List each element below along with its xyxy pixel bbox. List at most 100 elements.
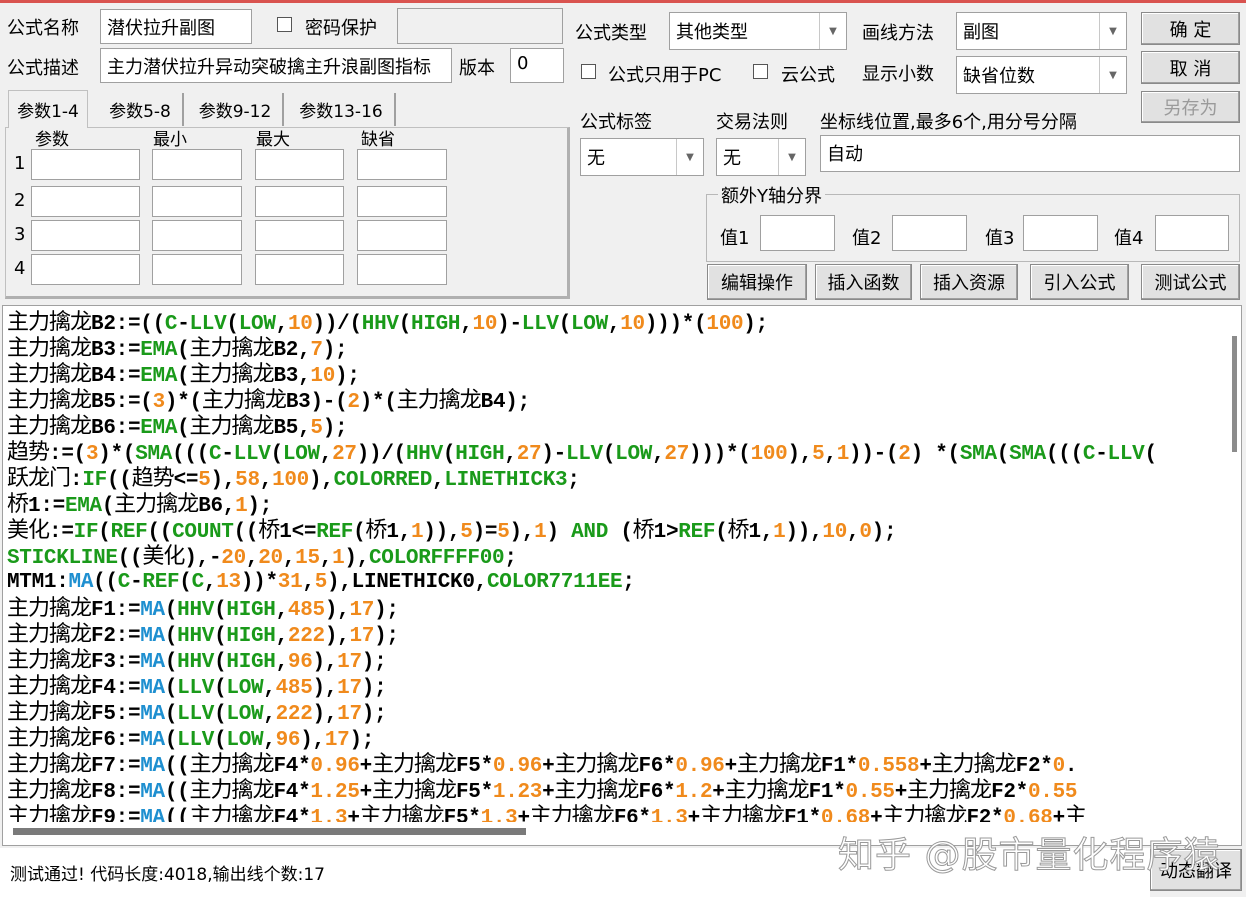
param-1-min-input[interactable] <box>152 149 242 180</box>
code-line: 主力擒龙B4:=EMA(主力擒龙B3,10); <box>7 362 360 388</box>
code-line: 主力擒龙F4:=MA(LLV(LOW,485),17); <box>7 674 387 700</box>
code-line: 主力擒龙B2:=((C-LLV(LOW,10))/(HHV(HIGH,10)-L… <box>7 310 768 336</box>
yaxis-group-title: 额外Y轴分界 <box>718 182 825 208</box>
code-line: 主力擒龙F8:=MA((主力擒龙F4*1.25+主力擒龙F5*1.23+主力擒龙… <box>7 778 1078 804</box>
param-3-max-input[interactable] <box>255 220 344 251</box>
param-4-max-input[interactable] <box>255 254 344 285</box>
y-value-4-input[interactable] <box>1155 215 1229 251</box>
param-4-name-input[interactable] <box>31 254 140 285</box>
code-line: 主力擒龙F2:=MA(HHV(HIGH,222),17); <box>7 622 399 648</box>
decimal-value: 缺省位数 <box>963 66 1035 87</box>
code-line: 主力擒龙F1:=MA(HHV(HIGH,485),17); <box>7 596 399 622</box>
password-input[interactable] <box>397 8 563 44</box>
code-line: 主力擒龙B5:=(3)*(主力擒龙B3)-(2)*(主力擒龙B4); <box>7 388 530 414</box>
y-value-2-label: 值2 <box>852 228 882 249</box>
code-line: 主力擒龙F5:=MA(LLV(LOW,222),17); <box>7 700 387 726</box>
param-3-name-input[interactable] <box>31 220 140 251</box>
vertical-scroll-thumb[interactable] <box>1232 336 1237 452</box>
type-select[interactable]: 其他类型 ▼ <box>669 12 847 50</box>
window-top-border <box>0 0 1246 3</box>
type-value: 其他类型 <box>676 22 748 43</box>
edit-ops-button[interactable]: 编辑操作 <box>707 264 807 300</box>
param-row-number: 4 <box>14 258 26 279</box>
chevron-down-icon[interactable]: ▼ <box>778 139 805 175</box>
param-row-number: 1 <box>14 153 26 174</box>
test-formula-button[interactable]: 测试公式 <box>1141 264 1240 300</box>
tab-params-5-8[interactable]: 参数5-8 <box>98 93 184 126</box>
cancel-button[interactable]: 取 消 <box>1141 51 1240 84</box>
y-value-1-input[interactable] <box>760 215 835 251</box>
code-content[interactable]: 主力擒龙B2:=((C-LLV(LOW,10))/(HHV(HIGH,10)-L… <box>7 310 1157 830</box>
chevron-down-icon[interactable]: ▼ <box>1099 13 1126 49</box>
status-text: 测试通过! 代码长度:4018,输出线个数:17 <box>10 865 325 885</box>
code-line: 主力擒龙F6:=MA(LLV(LOW,96),17); <box>7 726 375 752</box>
decimal-select[interactable]: 缺省位数 ▼ <box>956 56 1127 94</box>
code-line: 趋势:=(3)*(SMA(((C-LLV(LOW,27))/(HHV(HIGH,… <box>7 440 1157 466</box>
tab-params-1-4[interactable]: 参数1-4 <box>8 90 88 128</box>
desc-label: 公式描述 <box>7 58 79 79</box>
password-label: 密码保护 <box>305 18 377 39</box>
pc-only-checkbox[interactable] <box>581 64 596 79</box>
param-4-default-input[interactable] <box>357 254 447 285</box>
param-2-name-input[interactable] <box>31 186 140 217</box>
param-header-min: 最小 <box>153 130 187 150</box>
code-editor[interactable]: 主力擒龙B2:=((C-LLV(LOW,10))/(HHV(HIGH,10)-L… <box>2 305 1242 846</box>
desc-input[interactable]: 主力潜伏拉升异动突破擒主升浪副图指标 <box>100 48 452 83</box>
tab-params-13-16[interactable]: 参数13-16 <box>288 93 396 126</box>
horizontal-scroll-thumb[interactable] <box>13 828 526 835</box>
param-1-name-input[interactable] <box>31 149 140 180</box>
code-line: 主力擒龙F3:=MA(HHV(HIGH,96),17); <box>7 648 387 674</box>
draw-label: 画线方法 <box>862 23 934 44</box>
rule-select[interactable]: 无 ▼ <box>716 138 806 176</box>
code-line: STICKLINE((美化),-20,20,15,1),COLORFFFF00; <box>7 544 517 570</box>
code-line: 美化:=IF(REF((COUNT((桥1<=REF(桥1,1)),5)=5),… <box>7 518 897 544</box>
param-2-max-input[interactable] <box>255 186 344 217</box>
save-as-button[interactable]: 另存为 <box>1141 91 1240 123</box>
insert-function-button[interactable]: 插入函数 <box>815 264 912 300</box>
draw-value: 副图 <box>963 22 999 43</box>
param-1-max-input[interactable] <box>255 149 344 180</box>
rule-label: 交易法则 <box>716 112 788 133</box>
insert-resource-button[interactable]: 插入资源 <box>920 264 1018 300</box>
rule-value: 无 <box>723 148 741 169</box>
code-line: 主力擒龙F7:=MA((主力擒龙F4*0.96+主力擒龙F5*0.96+主力擒龙… <box>7 752 1078 778</box>
param-3-min-input[interactable] <box>152 220 242 251</box>
param-4-min-input[interactable] <box>152 254 242 285</box>
cloud-label: 云公式 <box>781 65 835 86</box>
param-2-default-input[interactable] <box>357 186 447 217</box>
name-input[interactable]: 潜伏拉升副图 <box>100 9 252 44</box>
pc-only-label: 公式只用于PC <box>608 65 722 86</box>
tag-label: 公式标签 <box>580 112 652 133</box>
import-formula-button[interactable]: 引入公式 <box>1030 264 1129 300</box>
tag-select[interactable]: 无 ▼ <box>580 138 704 176</box>
param-3-default-input[interactable] <box>357 220 447 251</box>
param-1-default-input[interactable] <box>357 149 447 180</box>
version-label: 版本 <box>459 58 495 79</box>
y-value-2-input[interactable] <box>892 215 967 251</box>
y-value-3-input[interactable] <box>1023 215 1098 251</box>
draw-select[interactable]: 副图 ▼ <box>956 12 1127 50</box>
tag-value: 无 <box>587 148 605 169</box>
version-input[interactable]: 0 <box>510 48 564 83</box>
chevron-down-icon[interactable]: ▼ <box>1099 57 1126 93</box>
param-row-number: 2 <box>14 190 26 211</box>
code-line: MTM1:MA((C-REF(C,13))*31,5),LINETHICK0,C… <box>7 571 635 594</box>
param-header-default: 缺省 <box>361 130 395 150</box>
chevron-down-icon[interactable]: ▼ <box>676 139 703 175</box>
code-line: 主力擒龙B6:=EMA(主力擒龙B5,5); <box>7 414 348 440</box>
decimal-label: 显示小数 <box>862 64 934 85</box>
code-line: 跃龙门:IF((趋势<=5),58,100),COLORRED,LINETHIC… <box>7 466 580 492</box>
param-2-min-input[interactable] <box>152 186 242 217</box>
y-value-3-label: 值3 <box>985 228 1015 249</box>
tab-params-9-12[interactable]: 参数9-12 <box>188 93 284 126</box>
code-line: 桥1:=EMA(主力擒龙B6,1); <box>7 492 273 518</box>
param-row-number: 3 <box>14 224 26 245</box>
password-checkbox[interactable] <box>277 17 292 32</box>
watermark: 知乎 @股市量化程序猿 <box>837 835 1221 877</box>
y-value-4-label: 值4 <box>1114 228 1144 249</box>
chevron-down-icon[interactable]: ▼ <box>819 13 846 49</box>
name-label: 公式名称 <box>7 18 79 39</box>
axis-input[interactable]: 自动 <box>820 135 1240 172</box>
ok-button[interactable]: 确 定 <box>1141 12 1240 45</box>
cloud-checkbox[interactable] <box>753 64 768 79</box>
